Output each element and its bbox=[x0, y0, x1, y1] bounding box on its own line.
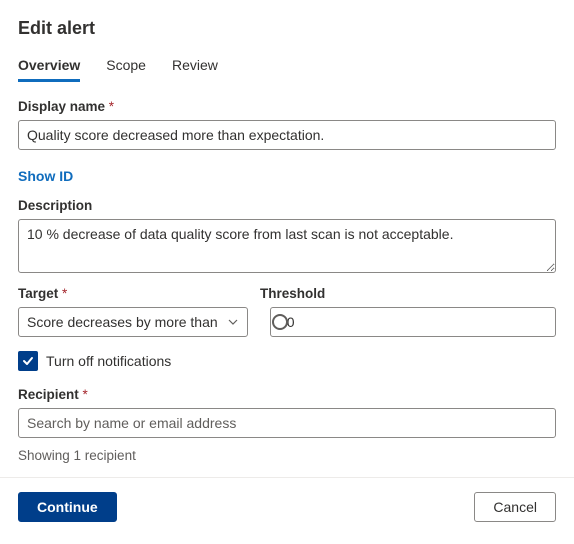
show-id-link[interactable]: Show ID bbox=[18, 168, 73, 184]
target-select[interactable]: Score decreases by more than bbox=[18, 307, 248, 337]
notifications-label: Turn off notifications bbox=[46, 353, 171, 369]
footer: Continue Cancel bbox=[0, 477, 574, 536]
tabs: Overview Scope Review bbox=[18, 53, 556, 81]
tab-review[interactable]: Review bbox=[172, 53, 218, 81]
description-textarea[interactable]: 10 % decrease of data quality score from… bbox=[18, 219, 556, 273]
recipient-input[interactable] bbox=[18, 408, 556, 438]
display-name-input[interactable] bbox=[18, 120, 556, 150]
tab-scope[interactable]: Scope bbox=[106, 53, 146, 81]
slider-thumb[interactable] bbox=[272, 314, 288, 330]
threshold-label: Threshold bbox=[260, 286, 556, 301]
notifications-checkbox[interactable] bbox=[18, 351, 38, 371]
cancel-button[interactable]: Cancel bbox=[474, 492, 556, 522]
target-label: Target bbox=[18, 286, 248, 301]
recipient-count: Showing 1 recipient bbox=[18, 448, 556, 463]
page-title: Edit alert bbox=[18, 18, 556, 39]
tab-overview[interactable]: Overview bbox=[18, 53, 80, 82]
description-label: Description bbox=[18, 198, 556, 213]
recipient-label: Recipient bbox=[18, 387, 556, 402]
display-name-label: Display name bbox=[18, 99, 556, 114]
chevron-down-icon bbox=[227, 316, 239, 328]
threshold-input[interactable] bbox=[270, 307, 556, 337]
target-select-value: Score decreases by more than bbox=[27, 314, 218, 330]
check-icon bbox=[21, 354, 35, 368]
continue-button[interactable]: Continue bbox=[18, 492, 117, 522]
